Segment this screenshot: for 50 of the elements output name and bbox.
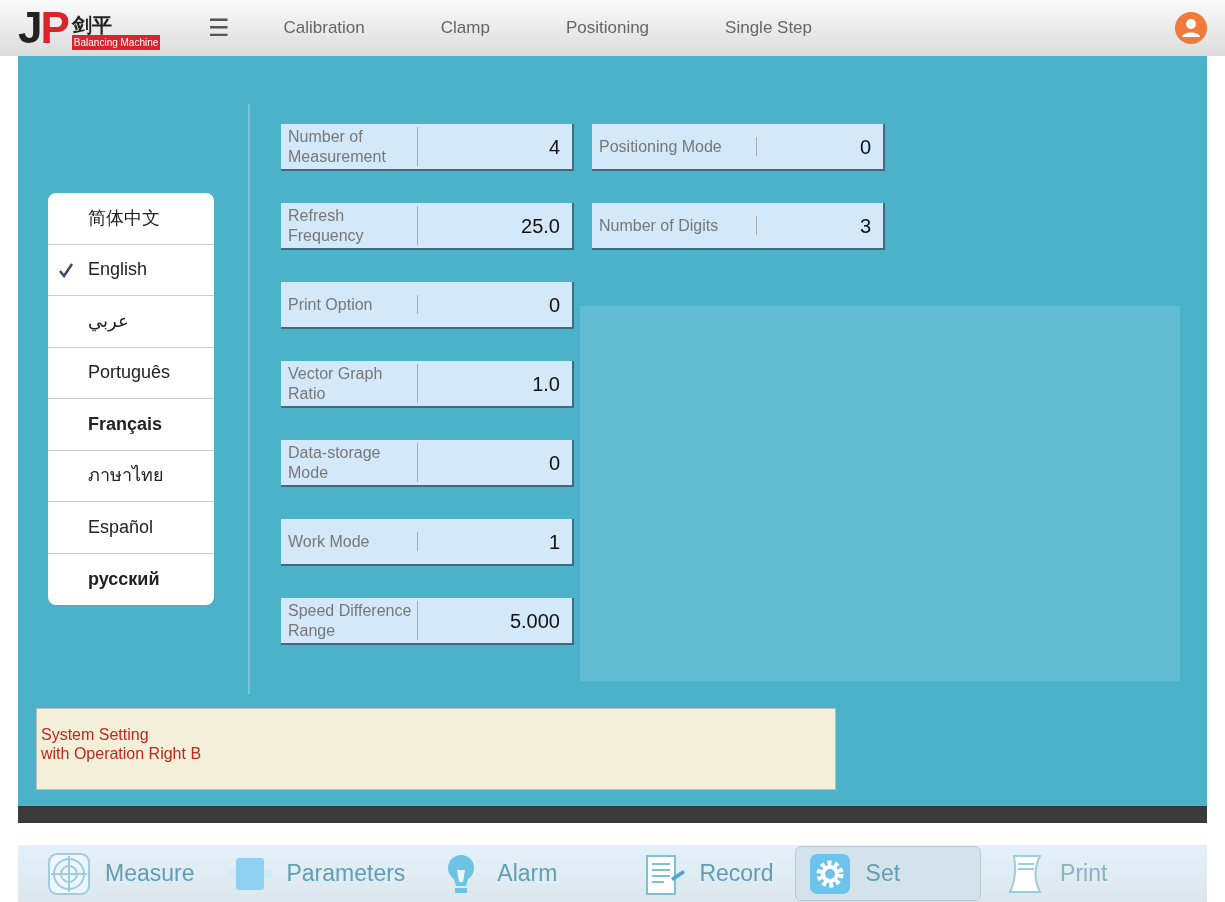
nav-tab[interactable]: Positioning — [561, 13, 654, 43]
parameter-field[interactable]: Vector Graph Ratio 1.0 — [281, 361, 574, 408]
field-value: 3 — [858, 213, 871, 239]
logo-text: 剑平 — [71, 15, 113, 35]
language-option[interactable]: ภาษาไทย — [88, 462, 164, 490]
field-label: Refresh Frequency — [288, 206, 418, 245]
nav-tab[interactable]: Calibration — [279, 13, 369, 43]
settings-icon — [807, 851, 852, 896]
parameter-field[interactable]: Refresh Frequency 25.0 — [281, 203, 574, 250]
field-label: Vector Graph Ratio — [288, 364, 418, 403]
logo-letter: J — [18, 6, 39, 50]
language-option[interactable]: English — [88, 256, 148, 284]
field-label: Number of Digits — [599, 215, 757, 236]
field-value: 0 — [858, 134, 871, 160]
logo-subtitle: Balancing Machine — [71, 35, 161, 50]
parameter-field[interactable]: Speed Difference Range 5.000 — [281, 598, 574, 645]
field-label: Print Option — [288, 294, 418, 315]
parameter-field[interactable]: Number of Measurement 4 — [281, 124, 574, 171]
radar-icon — [47, 851, 91, 896]
parameter-field[interactable]: Data-storage Mode 0 — [281, 440, 574, 487]
message-text: with Operation Right B — [41, 744, 203, 764]
language-option[interactable]: عربي — [88, 307, 129, 335]
nav-tab[interactable]: Single Step — [721, 13, 817, 43]
language-option[interactable]: Português — [88, 359, 171, 387]
check-icon — [58, 261, 74, 278]
language-option[interactable]: русский — [88, 565, 160, 593]
logo-letter: P — [40, 6, 70, 50]
parameter-field[interactable]: Number of Digits 3 — [592, 203, 885, 250]
field-value: 4 — [547, 134, 560, 160]
field-label: Number of Measurement — [288, 127, 418, 166]
nav-tab[interactable]: Clamp — [436, 13, 494, 43]
field-value: 25.0 — [520, 213, 560, 239]
menu-icon[interactable]: ☰ — [208, 10, 230, 46]
field-label: Speed Difference Range — [288, 601, 418, 640]
field-value: 0 — [547, 292, 560, 318]
field-label: Positioning Mode — [599, 136, 757, 157]
language-option[interactable]: Español — [88, 513, 154, 541]
message-text: System Setting — [41, 725, 150, 745]
field-value: 1.0 — [531, 371, 560, 397]
parameter-field[interactable]: Positioning Mode 0 — [592, 124, 885, 171]
field-value: 1 — [547, 529, 560, 555]
field-label: Work Mode — [288, 531, 418, 552]
user-avatar-icon[interactable] — [1175, 12, 1207, 44]
field-value: 5.000 — [508, 608, 560, 634]
language-option[interactable]: Français — [88, 410, 163, 438]
parameter-field[interactable]: Print Option 0 — [281, 282, 574, 329]
language-option[interactable]: 简体中文 — [88, 204, 160, 232]
field-label: Data-storage Mode — [288, 443, 418, 482]
parameter-field[interactable]: Work Mode 1 — [281, 519, 574, 566]
field-value: 0 — [547, 450, 560, 476]
